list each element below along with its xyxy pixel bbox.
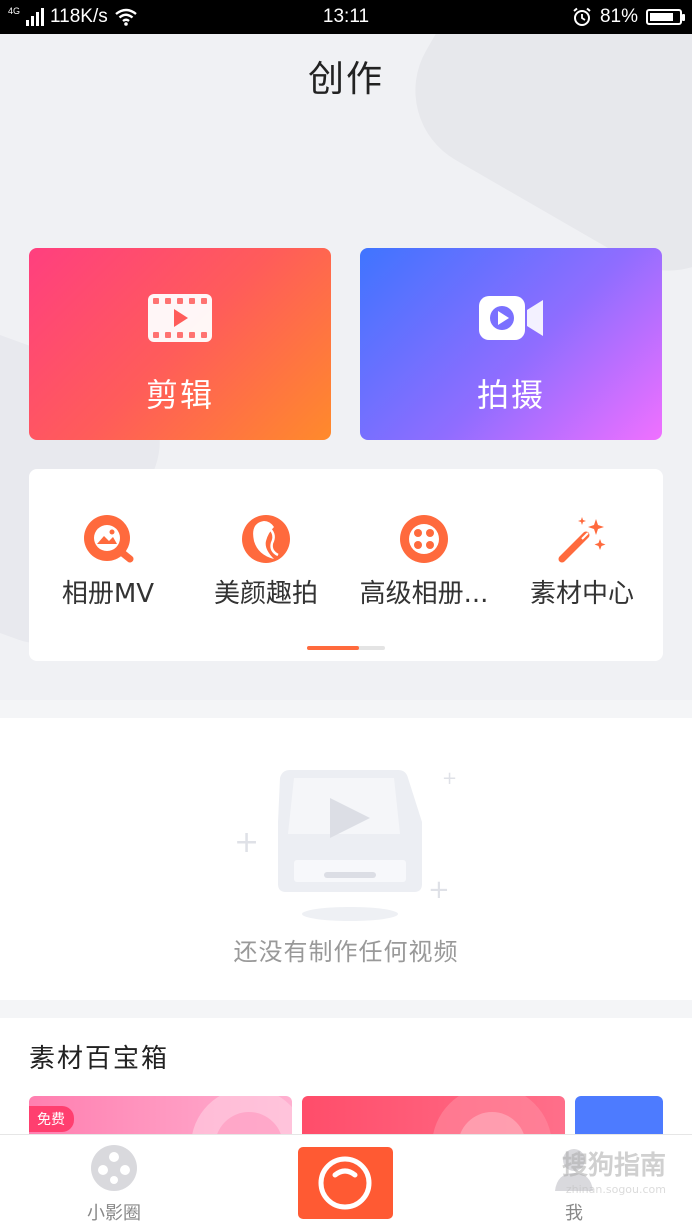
network-speed: 118K/s: [50, 6, 108, 27]
edit-label: 剪辑: [145, 376, 214, 414]
album-mv-icon: [82, 513, 134, 565]
tool-material-center[interactable]: 素材中心: [503, 513, 661, 610]
film-reel-icon: [398, 513, 450, 565]
tab-create[interactable]: [298, 1147, 393, 1219]
svg-text:+: +: [442, 768, 457, 789]
tool-label: 高级相册...: [359, 579, 489, 609]
page-indicator: [307, 646, 385, 650]
tool-label: 相册MV: [61, 579, 155, 609]
wifi-icon: [115, 8, 137, 26]
signal-icon: [26, 8, 45, 26]
tab-label: 小影圈: [87, 1203, 141, 1224]
watermark-url: zhinan.sogou.com: [565, 1183, 666, 1196]
magic-wand-icon: [556, 513, 608, 565]
shoot-button[interactable]: 拍摄: [360, 248, 662, 440]
tab-bar: 小影圈 我 搜狗指南 zhinan.sogou.com: [0, 1134, 692, 1231]
tools-panel: 相册MV 美颜趣拍 高级相册... 素材中心: [29, 469, 663, 661]
watermark: 搜狗指南: [561, 1151, 666, 1181]
tool-album-mv[interactable]: 相册MV: [29, 513, 187, 610]
empty-state: + + + 还没有制作任何视频: [0, 718, 692, 1000]
camera-shutter-icon: [318, 1156, 372, 1210]
film-reel-tab-icon: [91, 1145, 137, 1191]
clock: 13:11: [322, 6, 370, 27]
video-camera-icon: [477, 292, 545, 348]
edit-button[interactable]: 剪辑: [29, 248, 331, 440]
battery-percent: 81%: [599, 6, 638, 27]
network-type: 4G: [8, 5, 21, 16]
status-bar: 4G 118K/s 13:11 81%: [0, 0, 692, 34]
tool-beauty-camera[interactable]: 美颜趣拍: [187, 513, 345, 610]
shoot-label: 拍摄: [476, 376, 545, 414]
tab-circle[interactable]: 小影圈: [54, 1143, 174, 1225]
empty-inbox-icon: + + +: [234, 768, 457, 921]
battery-icon: [646, 9, 685, 25]
svg-text:+: +: [428, 875, 450, 905]
tool-label: 素材中心: [529, 579, 634, 609]
svg-text:+: +: [234, 825, 259, 860]
toolbox-title: 素材百宝箱: [29, 1044, 170, 1074]
tool-label: 美颜趣拍: [213, 579, 318, 609]
tab-label: 我: [565, 1203, 583, 1224]
free-badge: 免费: [29, 1106, 74, 1132]
empty-state-text: 还没有制作任何视频: [233, 938, 459, 966]
alarm-icon: [573, 7, 591, 26]
create-section: 创作 剪辑 拍摄 相册MV 美颜趣拍 高级相册... 素材中心: [0, 34, 692, 700]
tool-advanced-album[interactable]: 高级相册...: [345, 513, 503, 610]
film-icon: [146, 292, 214, 348]
beauty-face-icon: [240, 513, 292, 565]
page-title: 创作: [307, 59, 384, 100]
